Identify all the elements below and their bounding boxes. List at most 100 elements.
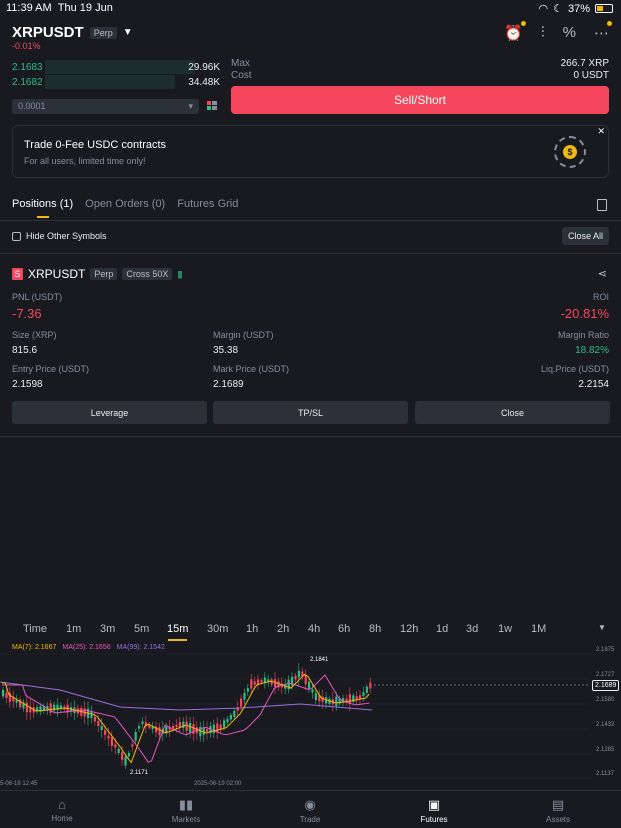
nav-home[interactable]: ⌂ Home xyxy=(32,797,92,823)
orderbook-layout-icon[interactable] xyxy=(207,101,217,111)
battery-icon xyxy=(595,4,613,13)
candle-body xyxy=(104,730,107,735)
nav-futures[interactable]: ▣ Futures xyxy=(404,797,464,824)
candlestick-chart[interactable] xyxy=(0,652,621,790)
candle-body xyxy=(5,692,8,699)
markets-icon: ▮▮ xyxy=(178,797,194,812)
nav-trade[interactable]: ◉ Trade xyxy=(280,797,340,824)
margin-mode-tag: Cross 50X xyxy=(122,268,173,280)
tf-2h[interactable]: 2h xyxy=(277,623,289,635)
divider xyxy=(0,220,621,221)
candlestick-icon[interactable]: ⫶ xyxy=(541,24,545,42)
candle-body xyxy=(189,722,192,733)
tab-open-orders[interactable]: Open Orders (0) xyxy=(85,198,165,210)
tab-futures-grid[interactable]: Futures Grid xyxy=(177,198,238,210)
close-position-button[interactable]: Close xyxy=(415,401,610,424)
promo-banner[interactable]: Trade 0-Fee USDC contracts For all users… xyxy=(12,125,609,178)
candle-body xyxy=(355,696,358,700)
candle-body xyxy=(175,724,178,727)
tf-1M[interactable]: 1M xyxy=(531,623,546,635)
percent-icon[interactable]: % xyxy=(563,24,576,42)
sell-short-button[interactable]: Sell/Short xyxy=(231,86,609,114)
entry-price-value: 2.1598 xyxy=(12,379,43,390)
position-header: S XRPUSDT Perp Cross 50X |||| xyxy=(12,267,183,281)
candle-body xyxy=(178,721,181,727)
assets-icon: ▤ xyxy=(551,797,565,812)
candle-body xyxy=(294,675,297,680)
candle-body xyxy=(121,752,124,760)
max-label: Max xyxy=(231,58,250,69)
mark-price-value: 2.1689 xyxy=(213,379,244,390)
leverage-button[interactable]: Leverage xyxy=(12,401,207,424)
tf-12h[interactable]: 12h xyxy=(400,623,418,635)
close-icon[interactable]: ✕ xyxy=(597,126,605,137)
candle-body xyxy=(246,688,249,692)
orderbook-row[interactable]: 2.1683 29.96K xyxy=(12,62,220,76)
close-all-button[interactable]: Close All xyxy=(561,227,609,245)
symbol-selector[interactable]: XRPUSDT Perp ▼ xyxy=(12,24,133,41)
tf-6h[interactable]: 6h xyxy=(338,623,350,635)
bottom-nav: ⌂ Home ▮▮ Markets ◉ Trade ▣ Futures ▤ As… xyxy=(0,790,621,828)
alarm-icon[interactable]: ⏰ xyxy=(504,21,526,42)
tf-1w[interactable]: 1w xyxy=(498,623,512,635)
ma7-line xyxy=(2,673,370,764)
precision-select[interactable]: 0.0001 ▾ xyxy=(12,99,199,114)
tf-3m[interactable]: 3m xyxy=(100,623,115,635)
candle-body xyxy=(297,670,300,678)
current-price-label: 2.1689 xyxy=(592,680,620,691)
candle-body xyxy=(240,698,243,707)
ma7-label: MA(7): 2.1667 xyxy=(12,644,57,651)
tf-4h[interactable]: 4h xyxy=(308,623,320,635)
tf-15m[interactable]: 15m xyxy=(167,623,188,635)
candle-body xyxy=(182,721,185,728)
margin-ratio-label: Margin Ratio xyxy=(557,330,609,340)
tab-positions[interactable]: Positions (1) xyxy=(12,198,73,218)
tf-5m[interactable]: 5m xyxy=(134,623,149,635)
tf-30m[interactable]: 30m xyxy=(207,623,228,635)
short-badge: S xyxy=(12,268,23,280)
tf-1h[interactable]: 1h xyxy=(246,623,258,635)
orderbook-row[interactable]: 2.1682 34.48K xyxy=(12,77,220,91)
coin-icon: $ xyxy=(554,136,586,168)
tf-1m[interactable]: 1m xyxy=(66,623,81,635)
divider xyxy=(0,436,621,437)
tf-1d[interactable]: 1d xyxy=(436,623,448,635)
nav-markets[interactable]: ▮▮ Markets xyxy=(156,797,216,824)
low-price-label: 2.1171 xyxy=(130,770,148,776)
hide-other-symbols-checkbox[interactable]: Hide Other Symbols xyxy=(12,231,107,241)
checkbox-icon xyxy=(12,231,21,241)
size-label: Size (XRP) xyxy=(12,330,57,340)
more-icon[interactable]: ⋯ xyxy=(594,21,612,42)
candle-body xyxy=(117,748,120,753)
banner-title: Trade 0-Fee USDC contracts xyxy=(24,139,167,151)
share-icon[interactable]: ⋖ xyxy=(598,267,607,280)
candle-body xyxy=(110,736,113,746)
tf-3d[interactable]: 3d xyxy=(466,623,478,635)
orderbook-price: 2.1683 xyxy=(12,62,43,73)
timeframe-bar: Time 1m 3m 5m 15m 30m 1h 2h 4h 6h 8h 12h… xyxy=(0,623,621,639)
nav-assets[interactable]: ▤ Assets xyxy=(528,797,588,824)
candle-body xyxy=(345,698,348,702)
history-icon[interactable] xyxy=(597,199,607,211)
candle-body xyxy=(229,714,232,720)
liq-price-label: Liq.Price (USDT) xyxy=(540,364,609,374)
candle-body xyxy=(2,689,5,697)
status-bar: 11:39 AM Thu 19 Jun ◠ ☾ 37% xyxy=(0,0,621,16)
candle-body xyxy=(243,692,246,700)
high-price-label: 2.1841 xyxy=(310,657,329,663)
candle-body xyxy=(141,721,144,724)
candle-body xyxy=(138,726,141,729)
candle-body xyxy=(127,752,130,757)
candle-body xyxy=(93,716,96,722)
tpsl-button[interactable]: TP/SL xyxy=(213,401,408,424)
contract-type-tag: Perp xyxy=(89,26,117,39)
roi-label: ROI xyxy=(592,292,609,302)
nav-label: Home xyxy=(51,814,73,823)
chevron-down-icon[interactable]: ▼ xyxy=(598,623,606,632)
chevron-down-icon: ▼ xyxy=(122,27,133,38)
candle-body xyxy=(223,720,226,728)
tf-8h[interactable]: 8h xyxy=(369,623,381,635)
active-timeframe-indicator xyxy=(168,639,187,641)
candle-body xyxy=(304,674,307,685)
tf-time[interactable]: Time xyxy=(23,623,47,635)
